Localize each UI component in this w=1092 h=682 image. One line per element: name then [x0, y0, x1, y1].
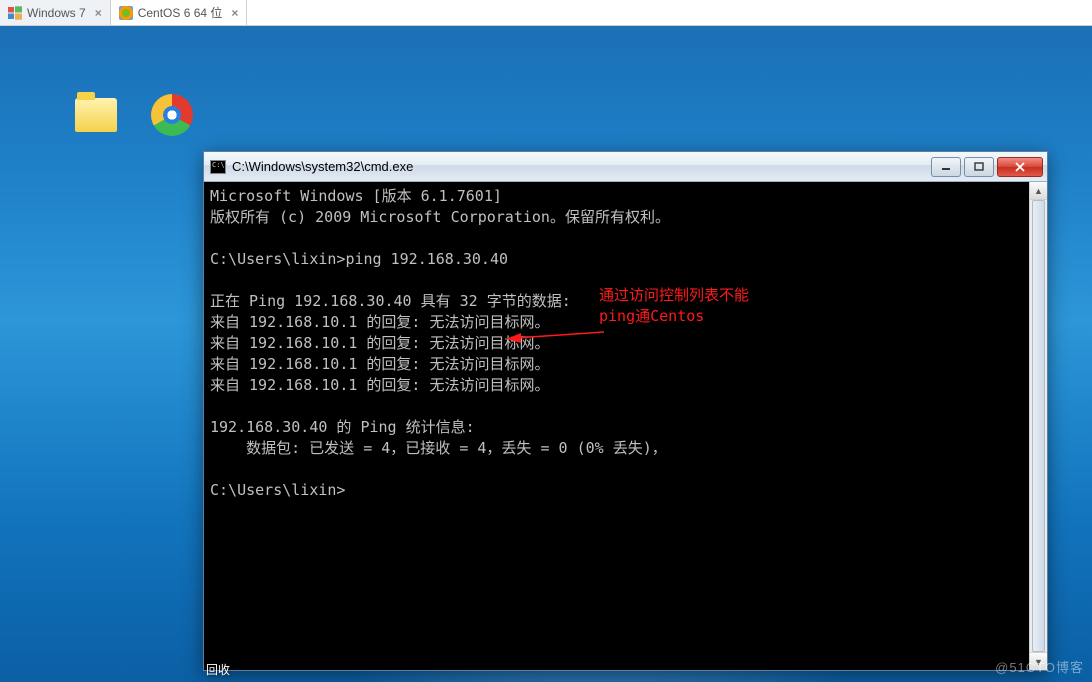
tab-label: CentOS 6 64 位 [138, 4, 223, 21]
desktop-folder-icon[interactable] [66, 98, 126, 135]
windows-desktop[interactable]: C:\Windows\system32\cmd.exe Microsoft Wi… [0, 26, 1092, 682]
scroll-thumb[interactable] [1032, 200, 1045, 652]
tab-windows7[interactable]: Windows 7 × [0, 0, 111, 25]
annotation-line1: 通过访问控制列表不能 [599, 286, 749, 304]
cmd-titlebar[interactable]: C:\Windows\system32\cmd.exe [204, 152, 1047, 182]
minimize-button[interactable] [931, 157, 961, 177]
console-line: 正在 Ping 192.168.30.40 具有 32 字节的数据: [210, 292, 571, 310]
console-line: 来自 192.168.10.1 的回复: 无法访问目标网。 [210, 355, 550, 373]
centos-logo-icon [119, 6, 133, 20]
cmd-title-text: C:\Windows\system32\cmd.exe [232, 159, 413, 174]
window-buttons [931, 157, 1043, 177]
folder-icon [75, 98, 117, 132]
console-line: C:\Users\lixin> [210, 481, 345, 499]
windows-logo-icon [8, 6, 22, 20]
watermark: @51CTO博客 [995, 657, 1084, 676]
cmd-console[interactable]: Microsoft Windows [版本 6.1.7601] 版权所有 (c)… [204, 182, 1029, 670]
tab-label: Windows 7 [27, 6, 86, 20]
console-line: 来自 192.168.10.1 的回复: 无法访问目标网。 [210, 334, 550, 352]
vm-tab-bar: Windows 7 × CentOS 6 64 位 × [0, 0, 1092, 26]
vertical-scrollbar[interactable]: ▲ ▼ [1029, 182, 1047, 670]
desktop-chrome-icon[interactable] [142, 94, 202, 139]
tab-centos[interactable]: CentOS 6 64 位 × [111, 0, 248, 25]
console-line: 数据包: 已发送 = 4，已接收 = 4，丢失 = 0 (0% 丢失)， [210, 439, 667, 457]
console-line: 192.168.30.40 的 Ping 统计信息: [210, 418, 475, 436]
console-line: Microsoft Windows [版本 6.1.7601] [210, 187, 502, 205]
maximize-button[interactable] [964, 157, 994, 177]
annotation-line2: ping通Centos [599, 307, 704, 325]
console-line: 版权所有 (c) 2009 Microsoft Corporation。保留所有… [210, 208, 670, 226]
scroll-track[interactable] [1030, 200, 1047, 652]
console-line: 来自 192.168.10.1 的回复: 无法访问目标网。 [210, 376, 550, 394]
scroll-up-button[interactable]: ▲ [1030, 182, 1047, 200]
cmd-window: C:\Windows\system32\cmd.exe Microsoft Wi… [203, 151, 1048, 671]
desktop-icon-label-truncated: 回收 [206, 661, 230, 678]
close-button[interactable] [997, 157, 1043, 177]
close-tab-icon[interactable]: × [95, 6, 102, 20]
console-line: 来自 192.168.10.1 的回复: 无法访问目标网。 [210, 313, 550, 331]
chrome-icon [151, 94, 193, 136]
close-tab-icon[interactable]: × [231, 6, 238, 20]
annotation-text: 通过访问控制列表不能 ping通Centos [599, 285, 749, 327]
cmd-icon [210, 160, 226, 174]
console-line: C:\Users\lixin>ping 192.168.30.40 [210, 250, 508, 268]
annotation-arrow-icon [504, 324, 606, 344]
